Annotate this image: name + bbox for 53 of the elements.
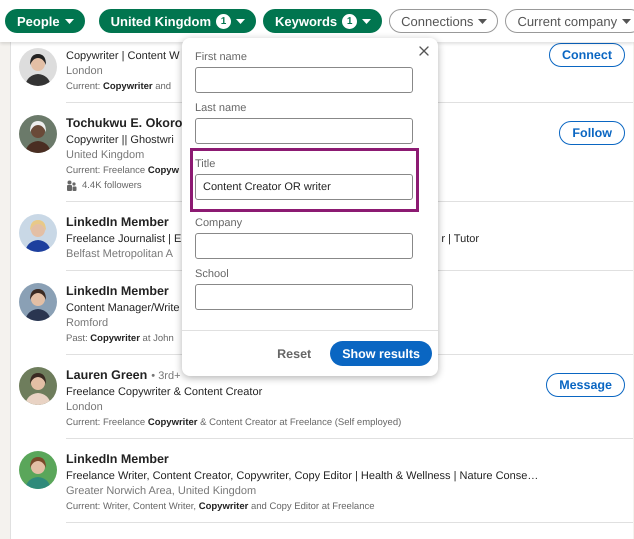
headline: Freelance Copywriter & Content Creator	[66, 385, 262, 400]
field-label: School	[195, 267, 230, 281]
person-name[interactable]: Tochukwu E. Okoro	[66, 115, 182, 132]
location: London	[66, 64, 103, 79]
input-field[interactable]	[195, 284, 413, 310]
headline: Content Manager/Write	[66, 301, 180, 316]
headline: Copywriter | Content W	[66, 49, 180, 64]
filter-chip[interactable]: Current company	[505, 9, 634, 33]
person-name[interactable]: LinkedIn Member	[66, 283, 169, 300]
reset-button[interactable]: Reset	[271, 346, 318, 362]
action-button[interactable]: Follow	[559, 121, 625, 145]
caret-icon	[64, 18, 74, 24]
field-label: Company	[195, 216, 244, 230]
caret-icon	[362, 18, 372, 24]
location: Greater Norwich Area, United Kingdom	[66, 484, 256, 499]
input-field[interactable]	[195, 67, 413, 93]
caret-icon	[236, 18, 246, 24]
input-field[interactable]: Content Creator OR writer	[195, 174, 413, 200]
person-name[interactable]: LinkedIn Member	[66, 451, 169, 468]
field-label: Title	[195, 157, 216, 171]
headline: r | Tutor	[441, 232, 480, 247]
filter-chip[interactable]: Keywords 1	[263, 9, 382, 33]
field-label: First name	[195, 50, 248, 64]
action-button[interactable]: Message	[546, 373, 625, 397]
headline: Freelance Journalist | E	[66, 232, 182, 247]
field-label: Last name	[195, 101, 248, 115]
caret-icon	[622, 18, 632, 24]
count-badge: 1	[216, 14, 232, 28]
location: London	[66, 400, 103, 415]
connection-degree: • 3rd+	[151, 370, 181, 382]
headline: Freelance Writer, Content Creator, Copywriter, Copy Editor | Health & Wellness | Nature Conse…	[66, 469, 538, 484]
position-summary: Current: Writer, Content Writer, Copywriter and Copy Editor at Freelance	[66, 500, 375, 514]
person-name[interactable]: LinkedIn Member	[66, 214, 169, 231]
position-summary: Current: Copywriter and	[66, 80, 172, 94]
headline: Copywriter || Ghostwri	[66, 133, 174, 148]
position-summary: Current: Freelance Copyw	[66, 164, 179, 178]
location: Romford	[66, 316, 108, 331]
people-icon	[66, 180, 77, 191]
show-results-button[interactable]: Show results	[330, 341, 432, 366]
filter-chip[interactable]: United Kingdom 1	[98, 9, 256, 33]
count-badge: 1	[342, 14, 358, 28]
location: United Kingdom	[66, 148, 144, 163]
caret-icon	[478, 18, 488, 24]
filter-chip[interactable]: People	[5, 9, 85, 33]
position-summary: Past: Copywriter at John	[66, 332, 174, 346]
location: Belfast Metropolitan A	[66, 247, 174, 262]
input-field[interactable]	[195, 233, 413, 259]
input-field[interactable]	[195, 118, 413, 144]
person-name[interactable]: Lauren Green	[66, 367, 148, 384]
action-button[interactable]: Connect	[549, 43, 625, 67]
position-summary: Current: Freelance Copywriter & Content Creator at Freelance (Self employed)	[66, 416, 402, 430]
filter-chip[interactable]: Connections	[389, 9, 498, 33]
followers-count: 4.4K followers	[82, 179, 142, 193]
